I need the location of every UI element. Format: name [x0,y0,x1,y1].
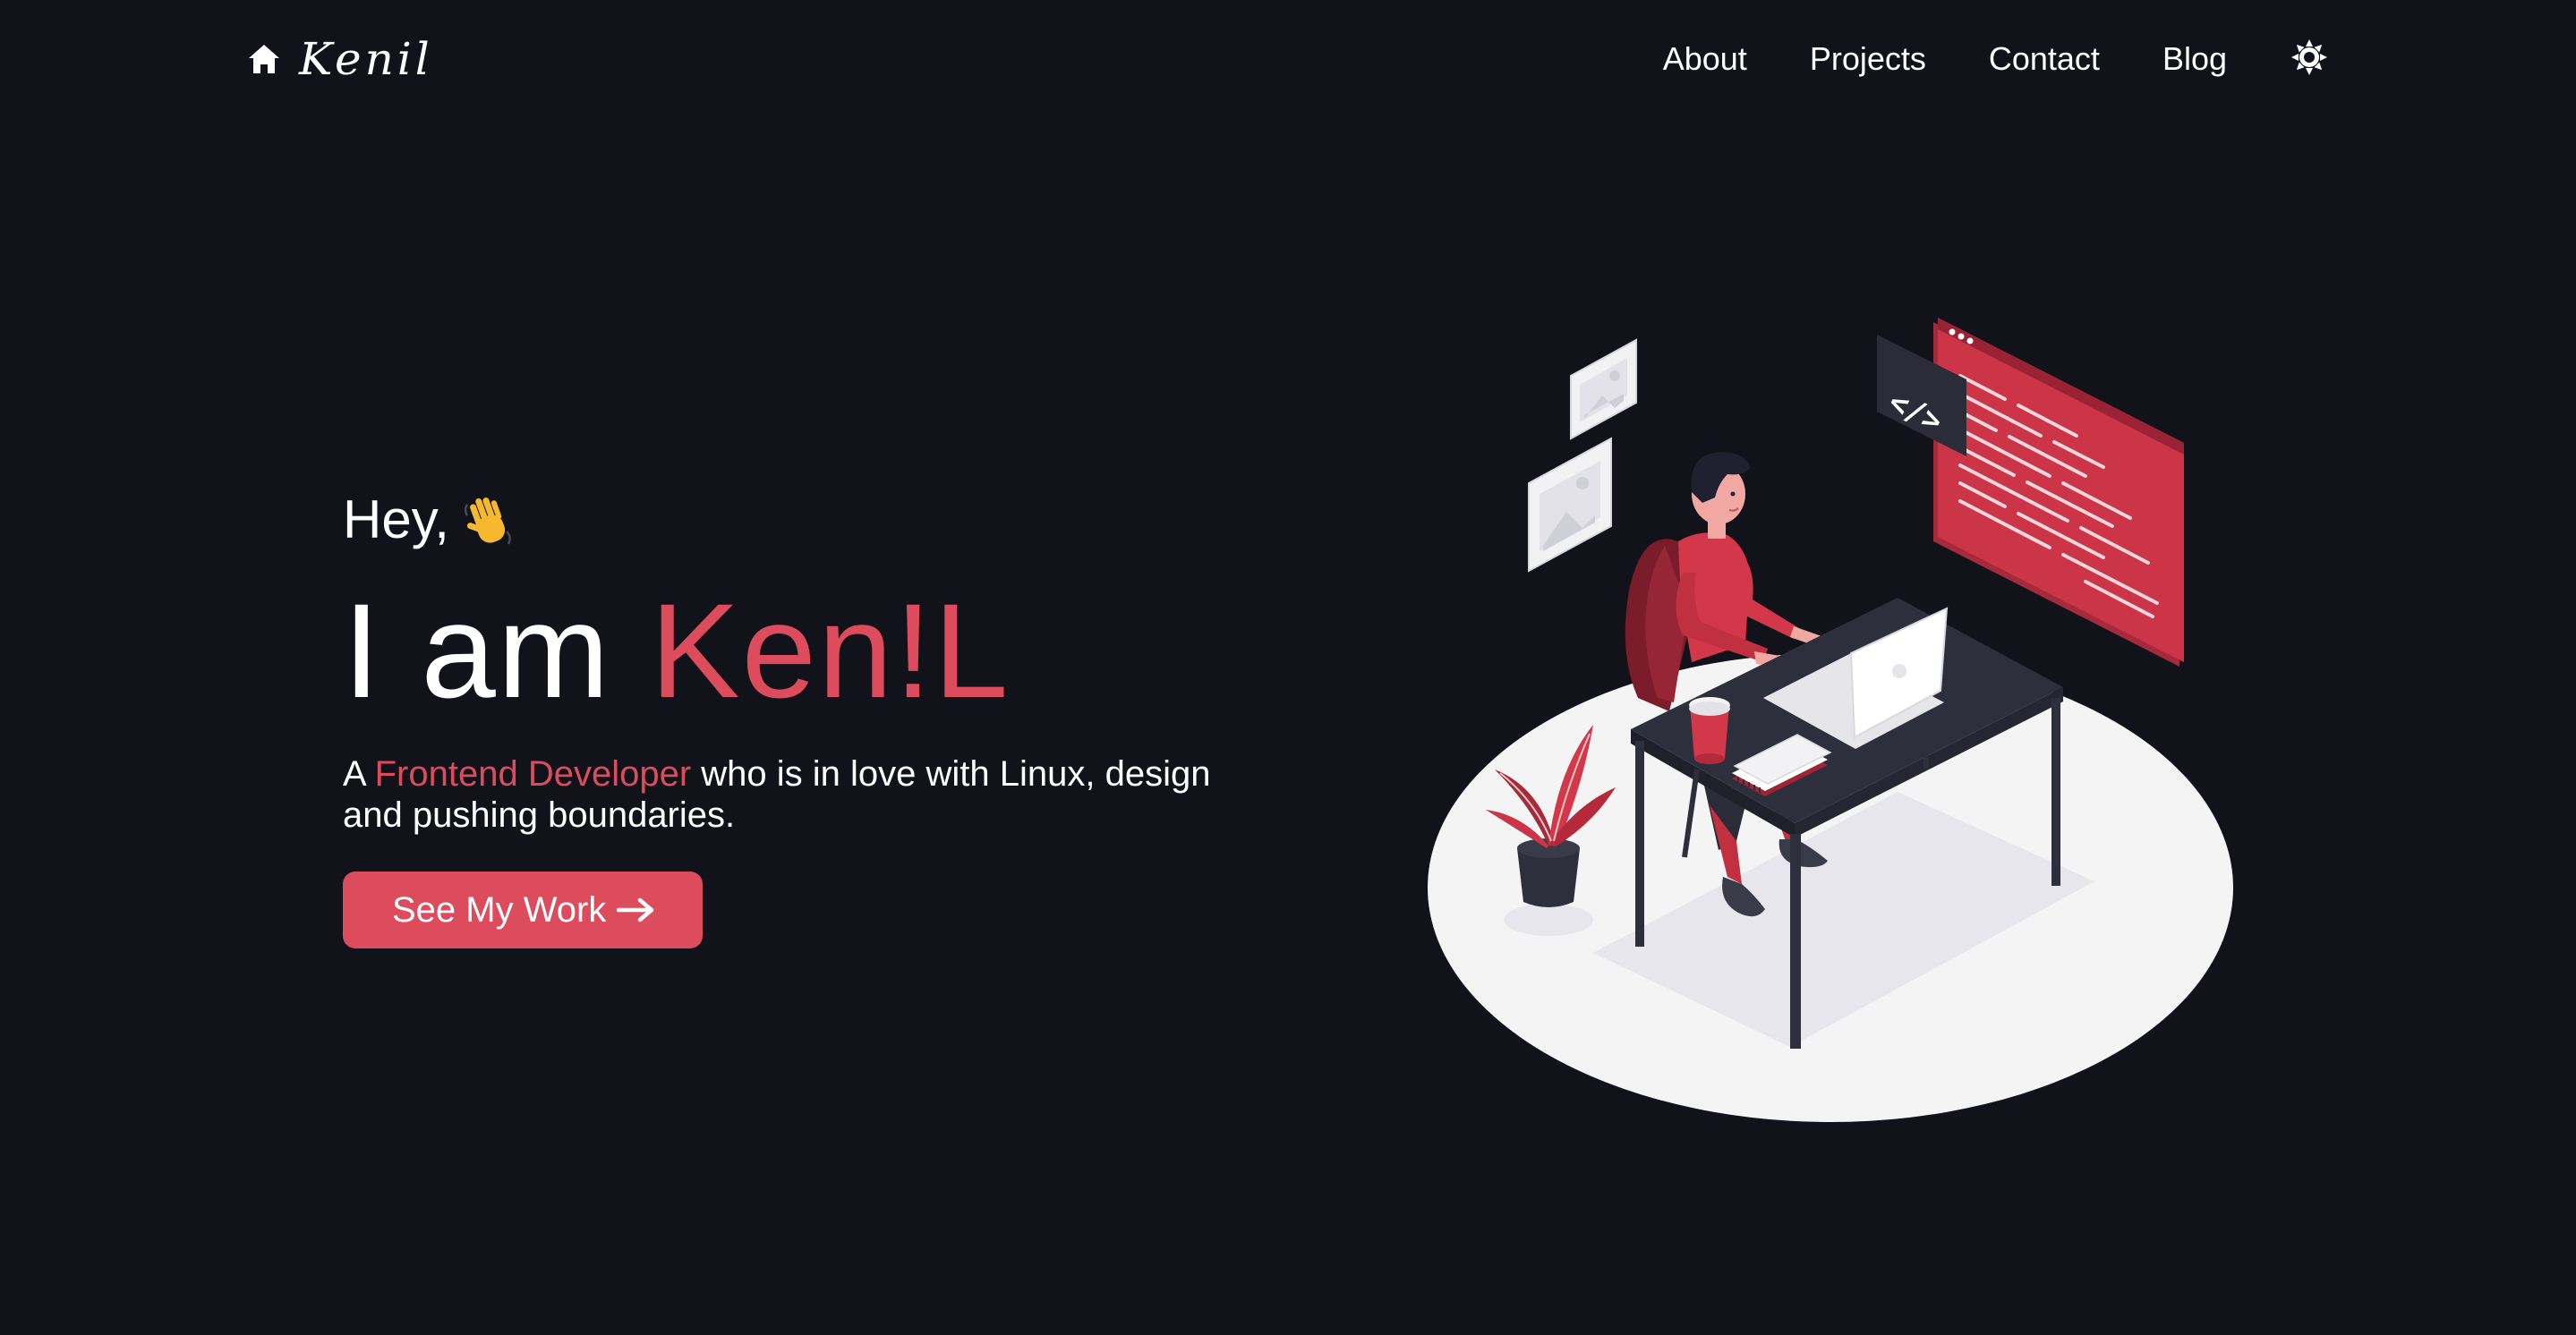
headline: I am Ken!L [343,583,1327,718]
nav-link-blog[interactable]: Blog [2162,43,2227,75]
nav-link-contact[interactable]: Contact [1989,43,2100,75]
headline-name: Ken!L [650,575,1011,726]
theme-toggle-button[interactable] [2290,38,2329,80]
waving-hand-icon [462,492,517,548]
picture-frame-icon [1570,338,1637,440]
sun-icon [2291,38,2327,80]
nav-link-about[interactable]: About [1663,43,1747,75]
home-icon [247,43,281,75]
main-nav: About Projects Contact Blog [1663,32,2329,86]
page: Kenil About Projects Contact Blog Hey, I… [0,0,2576,1335]
greeting-text: Hey, [343,489,449,549]
headline-prefix: I am [343,575,611,726]
arrow-right-icon [617,897,656,923]
greeting: Hey, [343,492,1327,548]
nav-link-projects[interactable]: Projects [1810,43,1926,75]
picture-frame-icon [1528,437,1612,573]
tagline-prefix: A [343,754,365,794]
cta-label: See My Work [392,889,607,930]
developer-at-desk-illustration: </> [1423,304,2238,1127]
coffee-cup-icon [1689,697,1730,764]
tagline: A Frontend Developer who is in love with… [343,753,1238,836]
brand-name: Kenil [299,33,433,85]
tagline-role: Frontend Developer [374,754,692,794]
home-link[interactable]: Kenil [247,32,433,86]
see-my-work-button[interactable]: See My Work [343,872,704,948]
hero-section: Hey, I am Ken!L A Frontend Developer who… [343,492,1327,948]
